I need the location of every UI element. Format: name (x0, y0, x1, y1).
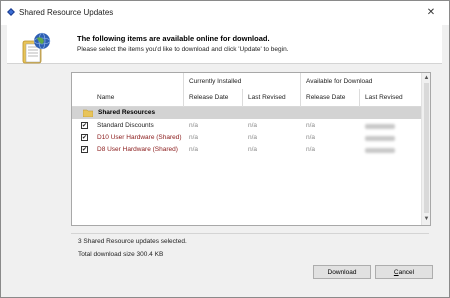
column-header-available-release[interactable]: Release Date (306, 94, 345, 101)
redacted-date (365, 136, 395, 141)
column-header-name[interactable]: Name (97, 94, 114, 101)
dialog-window: Shared Resource Updates ✕ The following … (0, 0, 450, 298)
header-panel: The following items are available online… (7, 25, 442, 64)
column-divider (183, 73, 184, 107)
available-release-cell: n/a (306, 146, 316, 153)
folder-globe-icon (22, 32, 51, 64)
group-header-available: Available for Download (306, 78, 373, 85)
download-size-text: Total download size 300.4 KB (78, 251, 164, 258)
row-name: D10 User Hardware (Shared) (97, 134, 182, 141)
cancel-button[interactable]: Cancel (375, 265, 433, 279)
download-button[interactable]: Download (313, 265, 371, 279)
table-row[interactable]: ✔ D8 User Hardware (Shared) n/a n/a n/a (72, 144, 421, 156)
column-divider (359, 89, 360, 107)
column-header-installed-revised[interactable]: Last Revised (248, 94, 286, 101)
column-divider (242, 89, 243, 107)
redacted-date (365, 148, 395, 153)
installed-revised-cell: n/a (248, 146, 258, 153)
group-header-row: Currently Installed Available for Downlo… (72, 73, 421, 90)
column-header-row: Name Release Date Last Revised Release D… (72, 89, 421, 107)
available-release-cell: n/a (306, 122, 316, 129)
cancel-label-rest: ancel (398, 269, 415, 276)
scroll-thumb[interactable] (424, 83, 429, 213)
row-checkbox[interactable]: ✔ (81, 146, 88, 153)
column-divider (300, 73, 301, 107)
installed-revised-cell: n/a (248, 134, 258, 141)
section-label: Shared Resources (98, 109, 156, 116)
row-name: Standard Discounts (97, 122, 154, 129)
installed-release-cell: n/a (189, 122, 199, 129)
installed-release-cell: n/a (189, 134, 199, 141)
window-title: Shared Resource Updates (19, 8, 114, 17)
header-subtitle: Please select the items you'd like to do… (77, 46, 289, 53)
column-header-installed-release[interactable]: Release Date (189, 94, 228, 101)
vertical-scrollbar[interactable]: ▲ ▼ (421, 73, 430, 225)
header-title: The following items are available online… (77, 34, 270, 43)
table-row[interactable]: ✔ Standard Discounts n/a n/a n/a (72, 120, 421, 132)
status-panel: 3 Shared Resource updates selected. Tota… (71, 233, 429, 264)
title-bar: Shared Resource Updates ✕ (1, 1, 449, 25)
row-name: D8 User Hardware (Shared) (97, 146, 178, 153)
table-row[interactable]: ✔ D10 User Hardware (Shared) n/a n/a n/a (72, 132, 421, 144)
row-checkbox[interactable]: ✔ (81, 122, 88, 129)
folder-icon (83, 109, 93, 117)
app-diamond-icon (7, 8, 15, 16)
group-header-installed: Currently Installed (189, 78, 242, 85)
installed-release-cell: n/a (189, 146, 199, 153)
installed-revised-cell: n/a (248, 122, 258, 129)
updates-grid: Currently Installed Available for Downlo… (71, 72, 431, 226)
section-row-shared-resources[interactable]: Shared Resources (72, 107, 421, 119)
selected-count-text: 3 Shared Resource updates selected. (78, 238, 187, 245)
scroll-up-icon[interactable]: ▲ (423, 74, 430, 82)
column-header-available-revised[interactable]: Last Revised (365, 94, 403, 101)
scroll-down-icon[interactable]: ▼ (423, 215, 430, 223)
close-button[interactable]: ✕ (425, 7, 437, 19)
redacted-date (365, 124, 395, 129)
available-release-cell: n/a (306, 134, 316, 141)
row-checkbox[interactable]: ✔ (81, 134, 88, 141)
